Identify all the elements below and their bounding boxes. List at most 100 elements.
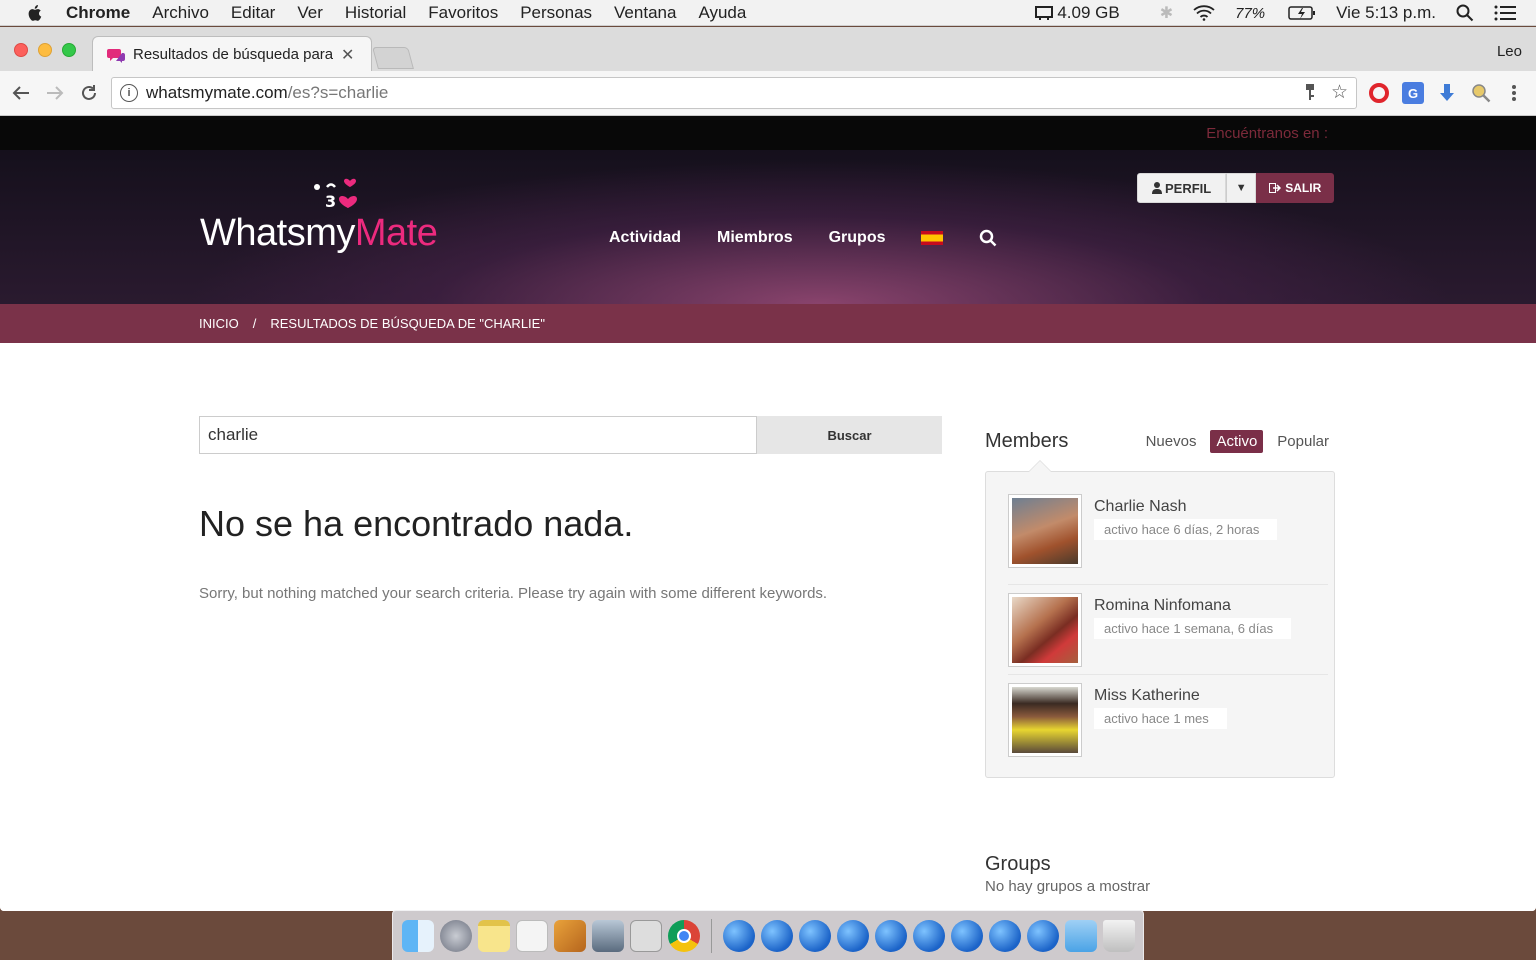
filter-activo[interactable]: Activo: [1210, 429, 1264, 453]
memory-icon: [1035, 6, 1054, 20]
filter-popular[interactable]: Popular: [1271, 430, 1335, 453]
reload-button[interactable]: [76, 80, 102, 106]
system-preferences-icon[interactable]: [630, 919, 662, 952]
bluetooth-icon[interactable]: ✱: [1160, 3, 1173, 23]
menu-ver[interactable]: Ver: [297, 3, 323, 23]
minimize-window-button[interactable]: [38, 43, 52, 57]
perfil-dropdown-button[interactable]: ▼: [1226, 173, 1257, 203]
menu-editar[interactable]: Editar: [231, 3, 275, 23]
menu-historial[interactable]: Historial: [345, 3, 406, 23]
web-link-icon[interactable]: [875, 919, 907, 952]
web-link-icon[interactable]: [989, 919, 1021, 952]
back-button[interactable]: [8, 80, 34, 106]
notification-center-icon[interactable]: [1494, 5, 1516, 21]
menu-app-name[interactable]: Chrome: [66, 3, 130, 23]
url-path: /es?s=charlie: [287, 83, 389, 102]
chrome-menu-icon[interactable]: [1503, 82, 1525, 104]
new-tab-button[interactable]: [372, 47, 414, 69]
battery-status[interactable]: 77%: [1235, 5, 1316, 22]
memory-value: 4.09 GB: [1057, 3, 1120, 22]
web-link-icon[interactable]: [761, 919, 793, 952]
member-item[interactable]: Miss Katherine activo hace 1 mes: [1008, 674, 1328, 764]
close-window-button[interactable]: [14, 43, 28, 57]
nav-grupos[interactable]: Grupos: [829, 229, 886, 247]
address-bar[interactable]: i whatsmymate.com/es?s=charlie ☆: [111, 77, 1357, 109]
profile-button[interactable]: Leo: [1497, 43, 1522, 60]
menu-favoritos[interactable]: Favoritos: [428, 3, 498, 23]
menu-ventana[interactable]: Ventana: [614, 3, 676, 23]
spain-flag-icon[interactable]: [921, 231, 944, 245]
site-info-icon[interactable]: i: [120, 84, 138, 102]
web-link-icon[interactable]: [1027, 919, 1059, 952]
tab-active[interactable]: Resultados de búsqueda para ✕: [92, 36, 372, 72]
avatar[interactable]: [1008, 593, 1082, 667]
downloads-folder-icon[interactable]: [1065, 919, 1097, 952]
breadcrumb-separator: /: [252, 316, 257, 331]
battery-icon: [1288, 6, 1316, 20]
kiss-face-icon: 3: [314, 178, 357, 211]
spotlight-icon[interactable]: [1456, 4, 1474, 22]
browser-window: Resultados de búsqueda para ✕ Leo i what…: [0, 27, 1536, 911]
notes-icon[interactable]: [478, 919, 510, 952]
memory-status[interactable]: 4.09 GB: [1034, 3, 1139, 23]
nav-actividad[interactable]: Actividad: [609, 229, 681, 247]
menu-bar: Chrome Archivo Editar Ver Historial Favo…: [0, 0, 1536, 26]
menu-ayuda[interactable]: Ayuda: [698, 3, 746, 23]
tab-strip: Resultados de búsqueda para ✕ Leo: [0, 27, 1536, 72]
dock-separator: [711, 918, 712, 953]
clock[interactable]: Vie 5:13 p.m.: [1336, 3, 1436, 23]
member-name[interactable]: Miss Katherine: [1094, 687, 1227, 705]
filter-nuevos[interactable]: Nuevos: [1140, 430, 1203, 453]
forward-button[interactable]: [42, 80, 68, 106]
svg-text:3: 3: [325, 192, 336, 211]
chrome-icon[interactable]: [668, 919, 700, 952]
translate-extension-icon[interactable]: G: [1402, 82, 1424, 104]
maximize-window-button[interactable]: [62, 43, 76, 57]
web-link-icon[interactable]: [799, 919, 831, 952]
opera-extension-icon[interactable]: [1368, 82, 1390, 104]
avatar[interactable]: [1008, 683, 1082, 757]
finder-icon[interactable]: [402, 919, 434, 952]
top-strip: Encuéntranos en :: [0, 116, 1536, 150]
member-last-active: activo hace 1 semana, 6 días: [1094, 618, 1292, 639]
groups-empty-message: No hay grupos a mostrar: [985, 878, 1151, 895]
webpage: Encuéntranos en : 3 WhatsmyMate Activida…: [0, 116, 1536, 911]
search-icon[interactable]: [979, 229, 997, 247]
image-capture-icon[interactable]: [592, 919, 624, 952]
tab-close-icon[interactable]: ✕: [341, 45, 354, 65]
download-extension-icon[interactable]: [1436, 82, 1458, 104]
member-item[interactable]: Charlie Nash activo hace 6 días, 2 horas: [1008, 494, 1328, 584]
web-link-icon[interactable]: [837, 919, 869, 952]
web-link-icon[interactable]: [913, 919, 945, 952]
no-results-message: Sorry, but nothing matched your search c…: [199, 585, 828, 602]
perfil-button[interactable]: PERFIL: [1137, 173, 1227, 203]
wifi-icon[interactable]: [1193, 5, 1215, 21]
apple-icon[interactable]: [22, 2, 46, 24]
web-link-icon[interactable]: [723, 919, 755, 952]
web-link-icon[interactable]: [951, 919, 983, 952]
groups-title: Groups: [985, 853, 1051, 875]
perfil-label: PERFIL: [1165, 180, 1212, 196]
search-button[interactable]: Buscar: [757, 416, 942, 454]
member-filters: Nuevos Activo Popular: [1132, 429, 1335, 453]
preview-icon[interactable]: [554, 919, 586, 952]
member-name[interactable]: Charlie Nash: [1094, 498, 1277, 516]
textedit-icon[interactable]: [516, 919, 548, 952]
menu-archivo[interactable]: Archivo: [152, 3, 209, 23]
member-name[interactable]: Romina Ninfomana: [1094, 597, 1291, 615]
breadcrumb-home[interactable]: INICIO: [199, 316, 239, 331]
password-key-icon[interactable]: [1304, 83, 1316, 106]
sidebar: Members Nuevos Activo Popular Charlie Na…: [985, 426, 1335, 778]
salir-button[interactable]: SALIR: [1256, 173, 1335, 203]
nav-miembros[interactable]: Miembros: [717, 229, 793, 247]
trash-icon[interactable]: [1103, 919, 1135, 952]
avatar[interactable]: [1008, 494, 1082, 568]
search-input[interactable]: [199, 416, 757, 454]
member-item[interactable]: Romina Ninfomana activo hace 1 semana, 6…: [1008, 584, 1328, 674]
zoom-extension-icon[interactable]: [1470, 82, 1492, 104]
launchpad-icon[interactable]: [440, 919, 472, 952]
user-buttons: PERFIL ▼ SALIR: [1137, 173, 1335, 203]
menu-personas[interactable]: Personas: [520, 3, 592, 23]
site-logo[interactable]: 3 WhatsmyMate: [200, 178, 460, 260]
bookmark-star-icon[interactable]: ☆: [1331, 81, 1348, 104]
